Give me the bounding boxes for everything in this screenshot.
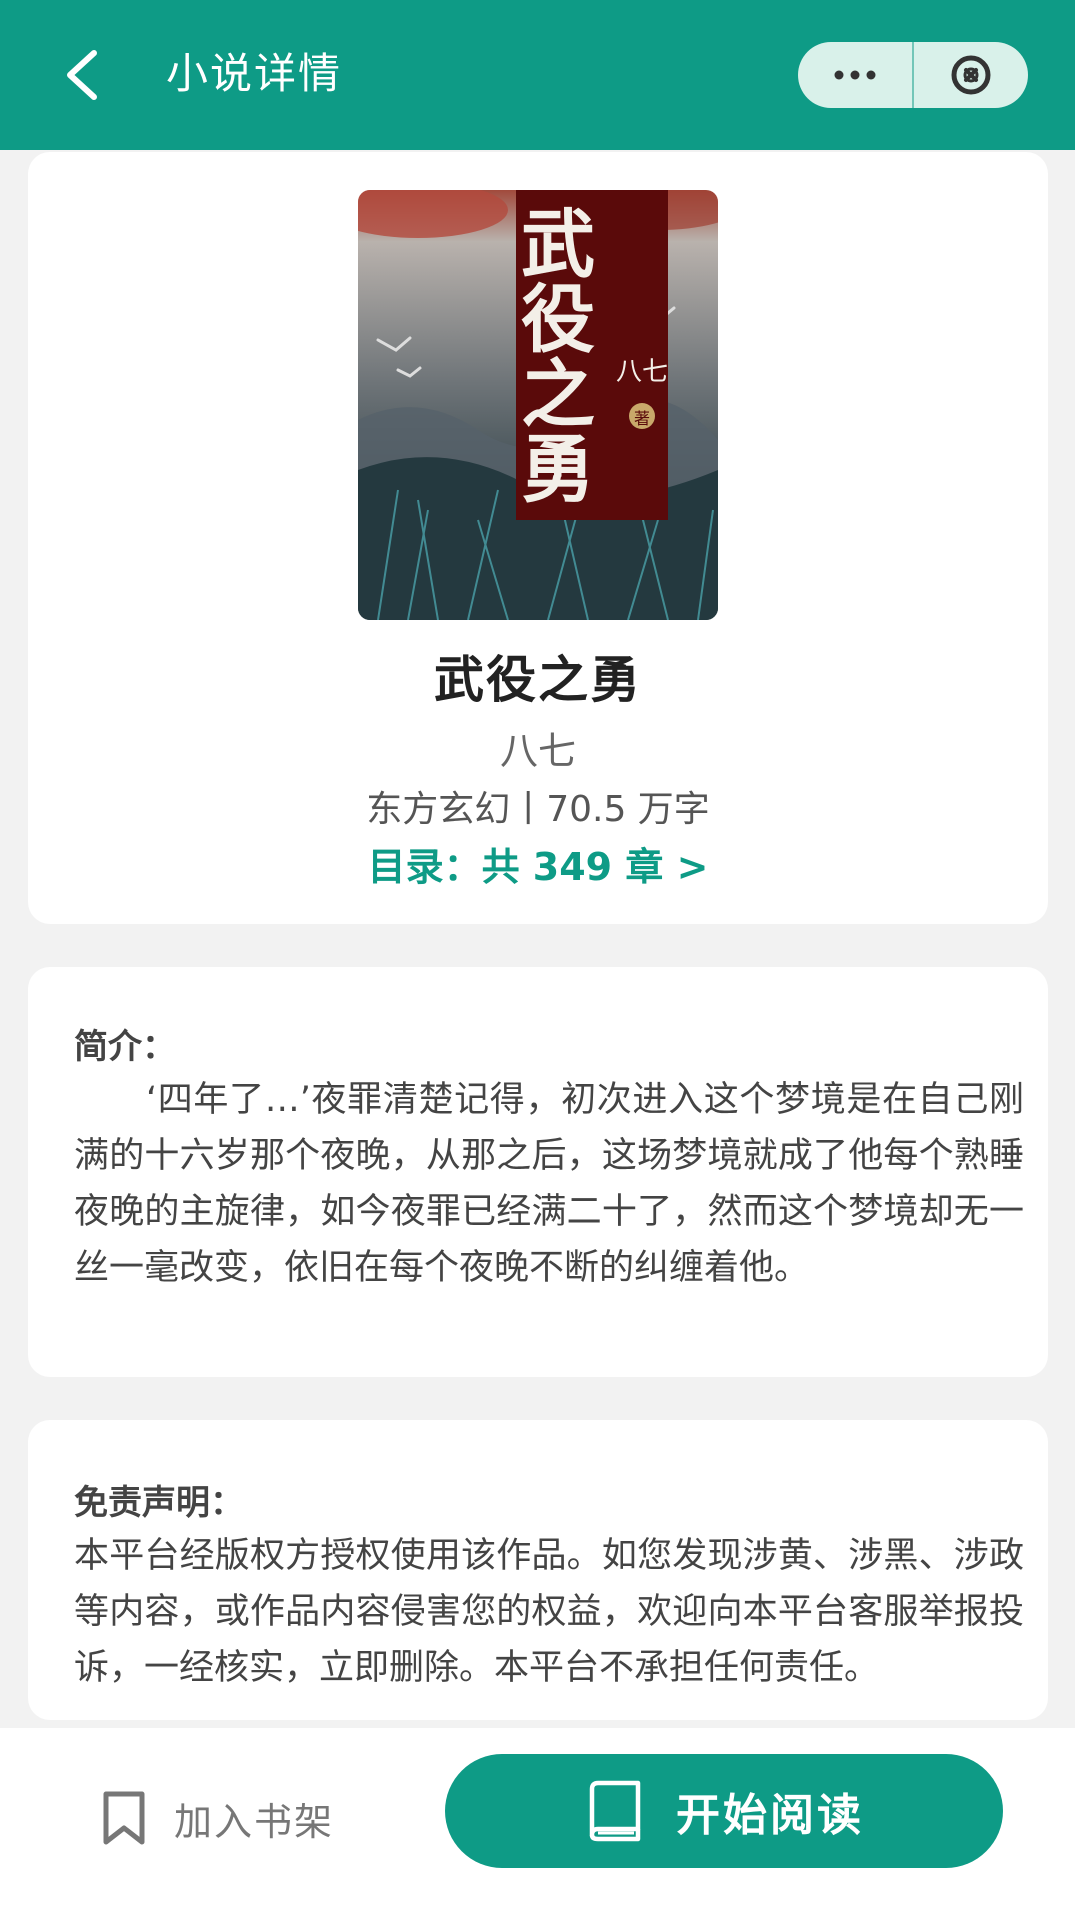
mini-program-capsule	[798, 42, 1028, 108]
disclaimer-text: 本平台经版权方授权使用该作品。如您发现涉黄、涉黑、涉政等内容，或作品内容侵害您的…	[74, 1536, 1024, 1688]
disclaimer-label: 免责声明：	[74, 1483, 244, 1523]
cover-title-char: 勇	[521, 427, 595, 513]
add-to-shelf-button[interactable]: 加入书架	[100, 1778, 334, 1858]
intro-label: 简介：	[74, 1027, 176, 1067]
capsule-divider	[912, 42, 914, 108]
chevron-left-icon	[67, 50, 97, 100]
cover-title-char: 武	[521, 202, 595, 288]
intro-text: ‘四年了…’夜罪清楚记得，初次进入这个梦境是在自己刚满的十六岁那个夜晚，从那之后…	[74, 1080, 1024, 1288]
cover-author: 八七	[616, 357, 668, 387]
intro-card: 简介： ‘四年了…’夜罪清楚记得，初次进入这个梦境是在自己刚满的十六岁那个夜晚，…	[28, 967, 1048, 1377]
back-button[interactable]	[52, 40, 112, 110]
bottom-action-bar: 加入书架 开始阅读	[0, 1728, 1075, 1915]
cover-author-suffix: 著	[634, 409, 650, 428]
book-cover[interactable]: 武 役 之 勇 八七 著	[358, 190, 718, 620]
book-meta: 东方玄幻丨70.5 万字	[366, 789, 710, 830]
book-author: 八七	[499, 729, 576, 773]
start-reading-label: 开始阅读	[676, 1790, 864, 1841]
disclaimer-card: 免责声明： 本平台经版权方授权使用该作品。如您发现涉黄、涉黑、涉政等内容，或作品…	[28, 1420, 1048, 1720]
page-title: 小说详情	[166, 49, 343, 98]
close-button[interactable]	[914, 42, 1028, 108]
bookmark-icon	[103, 1791, 145, 1845]
add-to-shelf-label: 加入书架	[174, 1799, 335, 1844]
more-button[interactable]	[798, 42, 912, 108]
close-circle-icon	[951, 55, 991, 95]
book-title: 武役之勇	[434, 651, 642, 709]
start-reading-button[interactable]: 开始阅读	[445, 1754, 1003, 1868]
cover-title-char: 之	[521, 352, 595, 438]
nav-bar: 小说详情	[0, 0, 1075, 150]
more-dots-icon	[834, 70, 876, 80]
toc-link[interactable]: 目录：共 349 章 >	[28, 836, 1048, 891]
book-icon	[589, 1780, 641, 1842]
book-info-card: 武 役 之 勇 八七 著 武役之勇 八七 东方玄幻丨70.5 万字 目录：共 3…	[28, 152, 1048, 924]
cover-title-char: 役	[521, 277, 595, 363]
